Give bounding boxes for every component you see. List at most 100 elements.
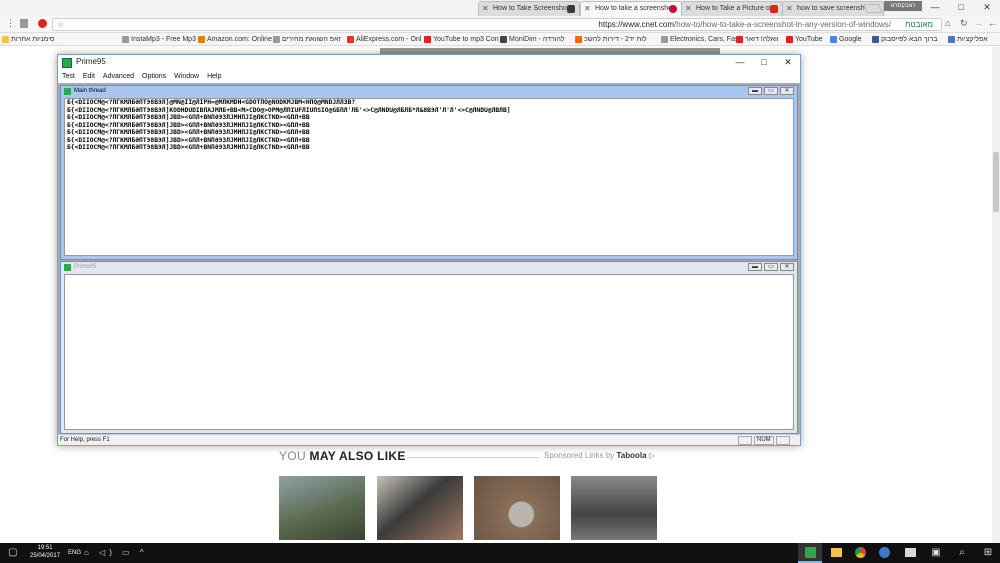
bookmark-favicon-icon xyxy=(273,36,280,43)
bookmark-favicon-icon xyxy=(198,36,205,43)
mdi-client-area: Main thread ▬ ▭ ✕ Б{<DIIOCM@<?ПГКМЛБӘПТЭ… xyxy=(58,83,800,435)
menu-dots-icon[interactable]: ⋮ xyxy=(6,18,15,29)
language-indicator[interactable]: ENG xyxy=(68,543,81,563)
close-tab-icon[interactable]: ✕ xyxy=(685,2,692,15)
apps-icon xyxy=(948,36,955,43)
thumbnail-image[interactable] xyxy=(377,476,463,540)
menu-options[interactable]: Options xyxy=(142,71,166,83)
browser-tab[interactable]: ✕ How to Take a Picture o xyxy=(681,1,783,16)
browser-tab[interactable]: ✕ How to Take Screensho xyxy=(478,1,580,16)
restore-icon[interactable]: ▭ xyxy=(764,263,778,271)
status-pane xyxy=(738,436,752,445)
bookmark-item[interactable]: Amazon.com: Online xyxy=(198,34,272,45)
bookmark-item[interactable]: סימניות אחרות xyxy=(2,34,55,45)
bookmark-item[interactable]: YouTube to mp3 Con xyxy=(424,34,499,45)
bookmark-item[interactable]: וואלה! דואר xyxy=(736,34,779,45)
taskbar-people-icon[interactable]: ⊞ xyxy=(976,543,1000,563)
close-icon[interactable]: ✕ xyxy=(780,263,794,271)
bookmark-star-icon[interactable]: ☆ xyxy=(57,19,64,30)
taskbar-prime95-icon[interactable] xyxy=(798,543,822,563)
bookmark-item[interactable]: MoniDim - להורדה xyxy=(500,34,565,45)
minimize-icon[interactable]: ▬ xyxy=(748,263,762,271)
taskbar-store-icon[interactable]: ▣ xyxy=(924,543,948,563)
thumbnail-image[interactable] xyxy=(474,476,560,540)
close-tab-icon[interactable]: ✕ xyxy=(584,2,591,15)
prime95-child-window: Prime95 ▬ ▭ ✕ xyxy=(60,261,798,434)
prime95-app-icon xyxy=(64,264,71,271)
status-pane xyxy=(776,436,790,445)
log-line: Б{<DIIOCM@<?ПГКМЛБӘПТЭ8ВЭЛ]JBD><GПЛ+ВNПӘ… xyxy=(67,136,310,144)
address-bar[interactable]: ☆ https://www.cnet.com/how-to/how-to-tak… xyxy=(52,18,942,31)
windows-taskbar: ▢ 19:51 25/04/2017 ENG ⌂ ◁) ▭ ^ ▣ ⌕ ⊞ xyxy=(0,543,1000,563)
menu-help[interactable]: Help xyxy=(207,71,221,83)
also-like-section: YOU MAY ALSO LIKE Sponsored Links by Tab… xyxy=(279,449,659,465)
minimize-icon[interactable]: ▬ xyxy=(748,87,762,95)
close-tab-icon[interactable]: ✕ xyxy=(786,2,793,15)
close-tab-icon[interactable]: ✕ xyxy=(482,2,489,15)
bookmark-item[interactable]: ברוך הבא לפייסבוק xyxy=(872,34,937,45)
prime95-child-body[interactable] xyxy=(64,274,794,430)
browser-tab-active[interactable]: ✕ How to take a screensho xyxy=(580,1,682,16)
browser-tab-strip: ✕ How to Take Screensho ✕ How to take a … xyxy=(0,0,1000,16)
back-icon[interactable]: ← xyxy=(988,18,997,28)
close-icon[interactable]: ✕ xyxy=(776,55,800,69)
restore-icon[interactable]: ▭ xyxy=(764,87,778,95)
bookmark-favicon-icon xyxy=(786,36,793,43)
maximize-icon[interactable]: □ xyxy=(948,0,974,16)
bookmark-item[interactable]: Google xyxy=(830,34,862,45)
page-scrollbar[interactable] xyxy=(992,47,1000,543)
menu-window[interactable]: Window xyxy=(174,71,199,83)
scrollbar-thumb[interactable] xyxy=(993,152,999,212)
taboola-icon: ▷ xyxy=(648,451,655,460)
prime95-child-title-bar[interactable]: Prime95 ▬ ▭ ✕ xyxy=(61,262,797,273)
sponsor-label[interactable]: Sponsored Links by Taboola ▷ xyxy=(544,451,655,460)
taskbar-photos-icon[interactable] xyxy=(898,543,922,563)
forward-icon[interactable]: → xyxy=(974,18,983,28)
reload-icon[interactable]: ↻ xyxy=(960,18,968,29)
bookmark-item[interactable]: InstaMp3 - Free Mp3 xyxy=(122,34,196,45)
taskbar-file-explorer-icon[interactable] xyxy=(824,543,848,563)
child-window-controls: ▬ ▭ ✕ xyxy=(746,87,794,95)
prime95-child-title: Prime95 xyxy=(74,264,97,270)
minimize-icon[interactable]: — xyxy=(728,55,752,69)
bookmark-item[interactable]: זאפ השוואת מחירים xyxy=(273,34,341,45)
tab-title: how to save screenshot xyxy=(797,5,871,12)
thumbnail-image[interactable] xyxy=(571,476,657,540)
bookmark-item[interactable]: AliExpress.com - Onl xyxy=(347,34,421,45)
prime95-title-bar[interactable]: Prime95 — □ ✕ xyxy=(58,55,800,71)
main-thread-title-bar[interactable]: Main thread ▬ ▭ ✕ xyxy=(61,86,797,97)
action-center-icon[interactable]: ▢ xyxy=(8,543,17,563)
prime95-app-icon xyxy=(62,58,72,68)
menu-advanced[interactable]: Advanced xyxy=(103,71,134,83)
taskbar-app-icon[interactable] xyxy=(872,543,896,563)
url-host: https://www.cnet.com xyxy=(598,20,675,29)
bookmark-item[interactable]: לוח יד2 - דירות להשכ xyxy=(575,34,647,45)
taskbar-search-icon[interactable]: ⌕ xyxy=(950,543,974,563)
prime95-menu-bar: Test Edit Advanced Options Window Help xyxy=(58,71,800,83)
bookmark-item[interactable]: Electronics, Cars, Fash xyxy=(661,34,742,45)
bookmark-item[interactable]: אפליקציות xyxy=(948,34,988,45)
prime95-window: Prime95 — □ ✕ Test Edit Advanced Options… xyxy=(57,54,801,446)
close-icon[interactable]: ✕ xyxy=(780,87,794,95)
extension-opera-icon[interactable] xyxy=(38,19,47,28)
maximize-icon[interactable]: □ xyxy=(752,55,776,69)
main-thread-log[interactable]: Б{<DIIOCM@<?ПГКМЛБӘПТЭ8ВЭЛ]@MN@II@ЛIPH=@… xyxy=(64,98,794,256)
thumbnail-image[interactable] xyxy=(279,476,365,540)
bookmark-item[interactable]: YouTube xyxy=(786,34,823,45)
profile-badge[interactable]: ראבקסרא xyxy=(884,1,922,11)
log-line: Б{<DIIOCM@<?ПГКМЛБӘПТЭ8ВЭЛ]JBD><GПЛ+ВNПӘ… xyxy=(67,114,310,121)
close-icon[interactable]: ✕ xyxy=(974,0,1000,16)
minimize-icon[interactable]: — xyxy=(922,0,948,16)
taskbar-chrome-icon[interactable] xyxy=(848,543,872,563)
clock[interactable]: 19:51 25/04/2017 xyxy=(30,544,60,560)
log-line: Б{<DIIOCM@<?ПГКМЛБӘПТЭ8ВЭЛ]JBD><GПЛ+ВNПӘ… xyxy=(67,121,310,129)
menu-test[interactable]: Test xyxy=(62,71,75,83)
bookmark-favicon-icon xyxy=(500,36,507,43)
new-tab-button[interactable] xyxy=(863,4,883,13)
extension-icon[interactable] xyxy=(20,19,28,28)
system-tray-icons[interactable]: ⌂ ◁) ▭ ^ xyxy=(84,543,148,563)
home-icon[interactable]: ⌂ xyxy=(945,18,950,28)
browser-toolbar: ⋮ ☆ https://www.cnet.com/how-to/how-to-t… xyxy=(0,16,1000,33)
prime95-title: Prime95 xyxy=(76,57,106,66)
menu-edit[interactable]: Edit xyxy=(83,71,95,83)
